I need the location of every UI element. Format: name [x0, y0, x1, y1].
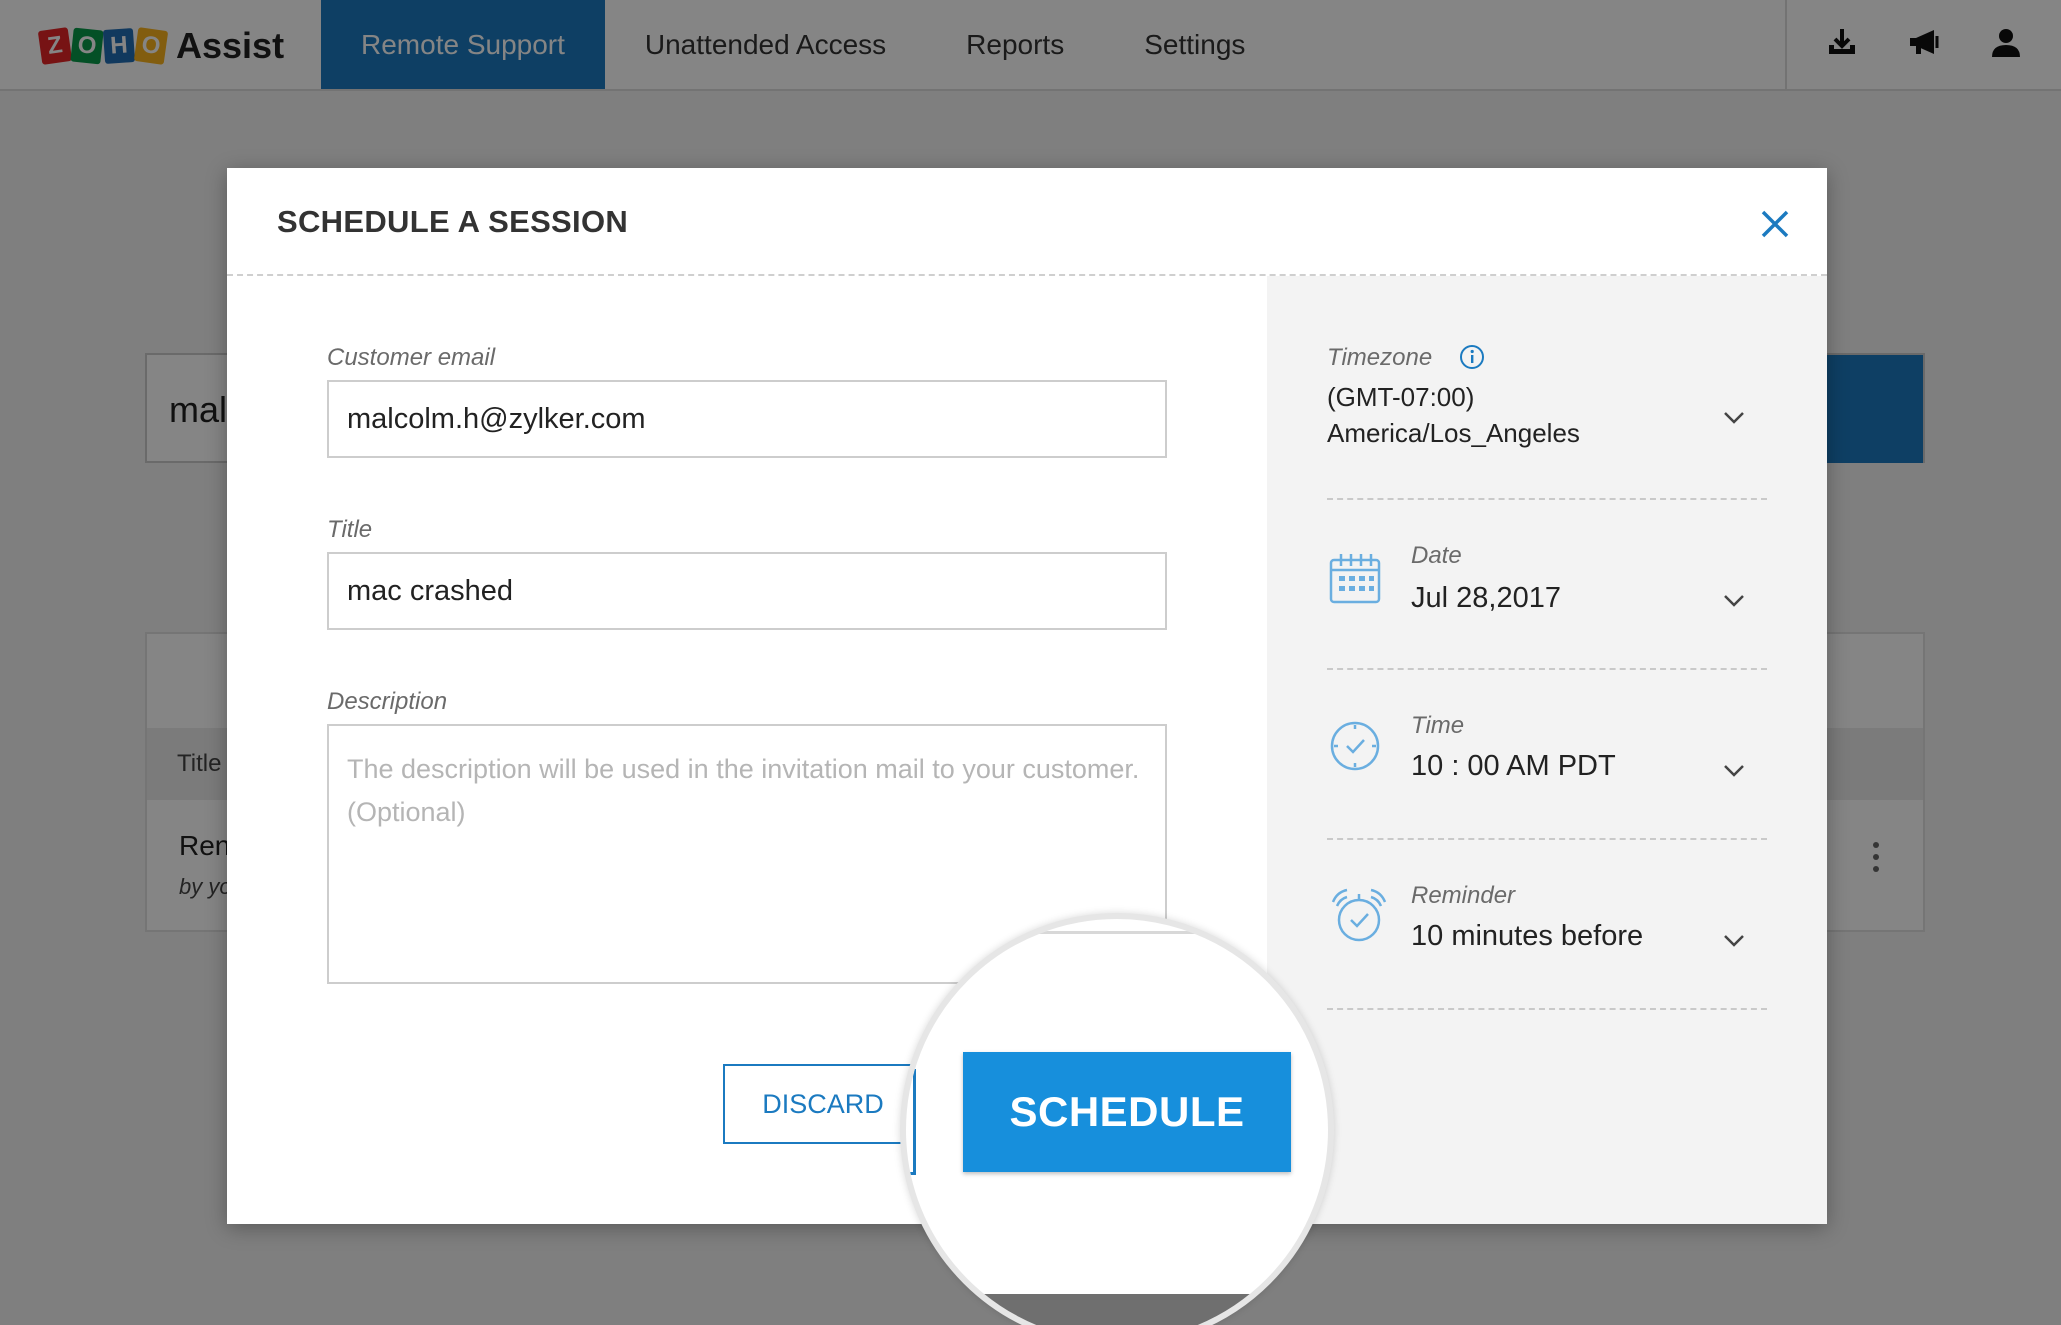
close-icon[interactable] — [1757, 206, 1793, 242]
title-input[interactable] — [327, 552, 1167, 630]
time-value[interactable]: 10 : 00 AM PDT — [1411, 750, 1616, 783]
magnified-discard-edge — [906, 1069, 916, 1175]
timezone-region[interactable]: America/Los_Angeles — [1327, 418, 1580, 449]
timezone-separator — [1327, 498, 1767, 500]
calendar-icon — [1327, 550, 1383, 606]
customer-email-label: Customer email — [327, 344, 496, 371]
schedule-button[interactable]: SCHEDULE — [963, 1052, 1291, 1172]
alarm-clock-icon — [1327, 884, 1391, 948]
discard-button[interactable]: DISCARD — [723, 1064, 923, 1144]
info-icon[interactable] — [1459, 344, 1485, 370]
timezone-offset[interactable]: (GMT-07:00) — [1327, 382, 1474, 413]
magnified-textarea-edge — [906, 931, 1328, 934]
timezone-chevron-down-icon[interactable] — [1722, 410, 1746, 426]
customer-email-input[interactable] — [327, 380, 1167, 458]
modal-title: SCHEDULE A SESSION — [277, 204, 629, 239]
date-separator — [1327, 668, 1767, 670]
date-chevron-down-icon[interactable] — [1722, 593, 1746, 609]
reminder-separator — [1327, 1008, 1767, 1010]
description-label: Description — [327, 688, 448, 715]
schedule-options-panel: Timezone (GMT-07:00) America/Los_Angeles… — [1267, 276, 1827, 1224]
title-label: Title — [327, 516, 373, 543]
time-separator — [1327, 838, 1767, 840]
date-label: Date — [1411, 542, 1462, 569]
magnified-overlay-edge — [966, 1294, 1328, 1325]
reminder-chevron-down-icon[interactable] — [1722, 933, 1746, 949]
reminder-value[interactable]: 10 minutes before — [1411, 920, 1643, 953]
timezone-label: Timezone — [1327, 344, 1433, 371]
clock-icon — [1327, 718, 1383, 774]
zoom-magnifier: SCHEDULE — [900, 913, 1334, 1325]
reminder-label: Reminder — [1411, 882, 1516, 909]
date-value[interactable]: Jul 28,2017 — [1411, 582, 1561, 615]
time-label: Time — [1411, 712, 1465, 739]
time-chevron-down-icon[interactable] — [1722, 763, 1746, 779]
